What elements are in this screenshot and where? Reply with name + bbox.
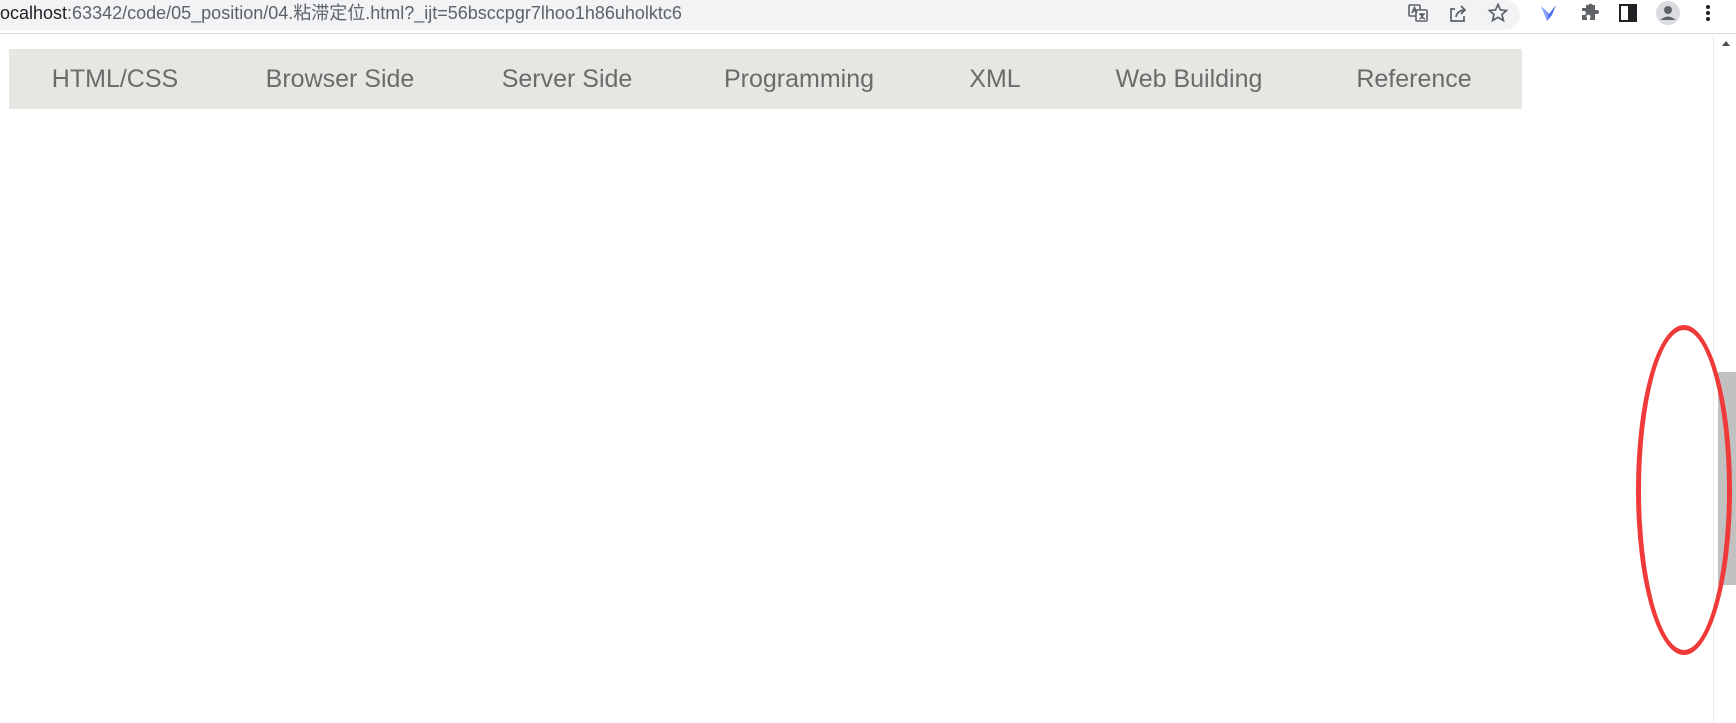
bookmark-star-icon[interactable] — [1484, 0, 1512, 26]
extension-bird-icon[interactable] — [1535, 0, 1563, 26]
nav-item-xml[interactable]: XML — [969, 49, 1020, 109]
sticky-nav-bar: HTML/CSS Browser Side Server Side Progra… — [9, 49, 1522, 109]
nav-item-browser-side[interactable]: Browser Side — [266, 49, 415, 109]
extensions-puzzle-icon[interactable] — [1575, 0, 1603, 26]
page-content: HTML/CSS Browser Side Server Side Progra… — [0, 35, 1713, 723]
scrollbar-thumb[interactable] — [1718, 372, 1736, 585]
nav-item-server-side[interactable]: Server Side — [502, 49, 633, 109]
translate-icon[interactable] — [1404, 0, 1432, 26]
url-host: ocalhost — [0, 3, 68, 23]
nav-item-programming[interactable]: Programming — [724, 49, 874, 109]
scroll-up-arrow-icon[interactable] — [1714, 39, 1736, 53]
profile-avatar-icon[interactable] — [1654, 0, 1682, 26]
share-icon[interactable] — [1444, 0, 1472, 26]
url-text[interactable]: ocalhost:63342/code/05_position/04.粘滞定位.… — [0, 2, 682, 24]
nav-item-web-building[interactable]: Web Building — [1116, 49, 1263, 109]
side-panel-icon[interactable] — [1614, 0, 1642, 26]
browser-toolbar: ocalhost:63342/code/05_position/04.粘滞定位.… — [0, 0, 1736, 34]
nav-item-reference[interactable]: Reference — [1356, 49, 1471, 109]
vertical-scrollbar[interactable] — [1713, 35, 1736, 723]
menu-kebab-icon[interactable] — [1694, 0, 1722, 26]
url-path: :63342/code/05_position/04.粘滞定位.html?_ij… — [67, 3, 682, 23]
address-bar[interactable]: ocalhost:63342/code/05_position/04.粘滞定位.… — [0, 0, 1520, 30]
nav-item-html-css[interactable]: HTML/CSS — [52, 49, 178, 109]
